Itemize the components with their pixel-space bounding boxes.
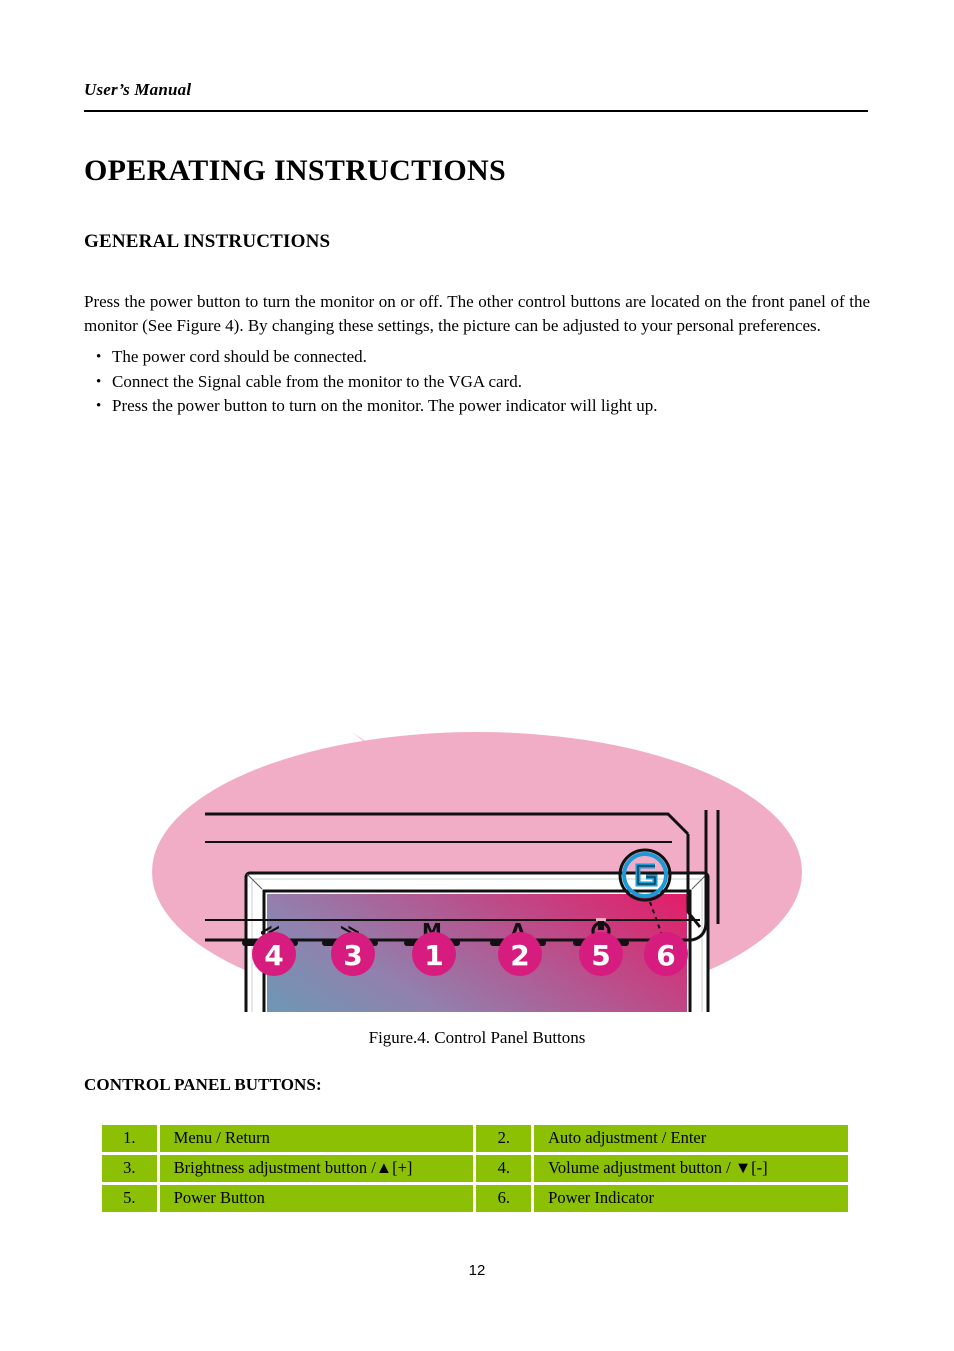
table-cell-label: Brightness adjustment button /▲[+] bbox=[159, 1155, 474, 1182]
control-panel-buttons-table: 1. Menu / Return 2. Auto adjustment / En… bbox=[99, 1122, 851, 1215]
bullet-icon: • bbox=[96, 373, 102, 390]
svg-text:1: 1 bbox=[424, 939, 443, 972]
section-heading-general-instructions: GENERAL INSTRUCTIONS bbox=[84, 230, 331, 252]
list-item: • Press the power button to turn on the … bbox=[84, 394, 870, 419]
marker-4: 4 bbox=[252, 932, 296, 976]
table-row: 5. Power Button 6. Power Indicator bbox=[102, 1185, 848, 1212]
list-item-label: Connect the Signal cable from the monito… bbox=[112, 371, 522, 391]
list-item-label: Press the power button to turn on the mo… bbox=[112, 396, 658, 415]
monitor-illustration bbox=[244, 871, 710, 1012]
header-rule bbox=[84, 110, 868, 112]
table-cell-number: 1. bbox=[102, 1125, 157, 1152]
marker-2: 2 bbox=[498, 932, 542, 976]
page-title: OPERATING INSTRUCTIONS bbox=[84, 154, 506, 188]
table-cell-label: Menu / Return bbox=[159, 1125, 474, 1152]
svg-text:2: 2 bbox=[510, 939, 529, 972]
intro-paragraph: Press the power button to turn the monit… bbox=[84, 292, 870, 335]
table-cell-label: Volume adjustment button / ▼[-] bbox=[534, 1155, 848, 1182]
marker-5: 5 bbox=[579, 932, 623, 976]
table-row: 1. Menu / Return 2. Auto adjustment / En… bbox=[102, 1125, 848, 1152]
marker-6: 6 bbox=[644, 932, 688, 976]
page-number: 12 bbox=[468, 1262, 486, 1279]
document-page: User’s Manual OPERATING INSTRUCTIONS GEN… bbox=[0, 0, 954, 1351]
list-item: • The power cord should be connected. bbox=[84, 345, 870, 370]
figure-caption: Figure.4. Control Panel Buttons bbox=[368, 1028, 586, 1047]
table-cell-number: 3. bbox=[102, 1155, 157, 1182]
table-cell-number: 5. bbox=[102, 1185, 157, 1212]
svg-text:5: 5 bbox=[591, 939, 610, 972]
svg-text:4: 4 bbox=[264, 939, 283, 972]
table-cell-label: Auto adjustment / Enter bbox=[534, 1125, 848, 1152]
bullet-icon: • bbox=[96, 349, 102, 365]
table-cell-number: 4. bbox=[476, 1155, 532, 1182]
table-cell-number: 6. bbox=[476, 1185, 532, 1212]
svg-text:6: 6 bbox=[656, 939, 675, 972]
instruction-bullet-list: • The power cord should be connected. • … bbox=[84, 345, 870, 419]
control-panel-buttons-heading: CONTROL PANEL BUTTONS: bbox=[84, 1075, 322, 1094]
marker-1: 1 bbox=[412, 932, 456, 976]
table-cell-label: Power Indicator bbox=[534, 1185, 848, 1212]
figure-control-panel-illustration: ≪ ≫ M A 4 3 1 2 5 6 bbox=[0, 432, 954, 1012]
table-row: 3. Brightness adjustment button /▲[+] 4.… bbox=[102, 1155, 848, 1182]
bullet-icon: • bbox=[96, 398, 102, 414]
svg-text:3: 3 bbox=[343, 939, 362, 972]
list-item-label: The power cord should be connected. bbox=[112, 347, 367, 366]
list-item: • Connect the Signal cable from the moni… bbox=[84, 370, 870, 395]
table-cell-number: 2. bbox=[476, 1125, 532, 1152]
table-cell-label: Power Button bbox=[159, 1185, 474, 1212]
running-header-title: User’s Manual bbox=[84, 80, 192, 99]
marker-3: 3 bbox=[331, 932, 375, 976]
